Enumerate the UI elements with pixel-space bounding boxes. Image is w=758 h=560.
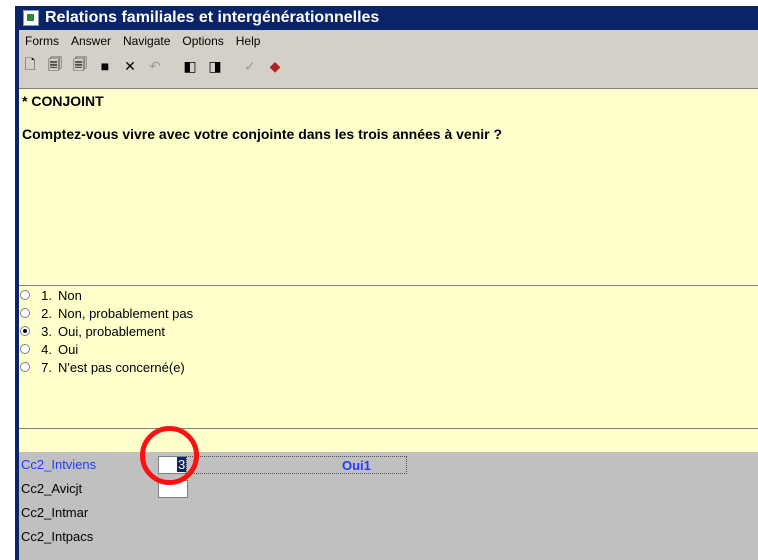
status-bar <box>19 428 758 453</box>
radio-button[interactable] <box>20 362 30 372</box>
field-list: Cc2_Intviens 3 Oui1 Cc2_Avicjt Cc2_Intma… <box>19 452 758 560</box>
menu-options[interactable]: Options <box>182 34 223 48</box>
answer-option-1[interactable]: 1. Non <box>19 286 758 304</box>
question-panel: * CONJOINT Comptez-vous vivre avec votre… <box>19 88 758 285</box>
field-row-intmar[interactable]: Cc2_Intmar <box>19 502 758 524</box>
prev-form-icon[interactable]: ◧ <box>179 55 201 77</box>
field-row-intpacs[interactable]: Cc2_Intpacs <box>19 526 758 548</box>
answer-option-2[interactable]: 2. Non, probablement pas <box>19 304 758 322</box>
app-icon <box>23 10 39 26</box>
save-icon[interactable]: ■ <box>94 55 116 77</box>
field-name: Cc2_Intviens <box>21 457 97 472</box>
answer-panel: 1. Non 2. Non, probablement pas 3. Oui, … <box>19 285 758 428</box>
radio-button[interactable] <box>20 308 30 318</box>
field-name: Cc2_Avicjt <box>21 481 83 496</box>
answer-number: 4. <box>41 341 52 357</box>
answer-label: Non, probablement pas <box>58 305 194 321</box>
field-row-avicjt[interactable]: Cc2_Avicjt <box>19 478 758 500</box>
answer-label: N'est pas concerné(e) <box>58 359 185 375</box>
menu-bar: Forms Answer Navigate Options Help <box>19 30 758 52</box>
delete-icon[interactable]: ✕ <box>119 55 141 77</box>
window-title: Relations familiales et intergénérationn… <box>45 9 380 26</box>
copy-pages-icon[interactable]: 🗐 <box>69 55 91 77</box>
answer-option-4[interactable]: 4. Oui <box>19 340 758 358</box>
menu-help[interactable]: Help <box>236 34 261 48</box>
eraser-icon[interactable]: ◆ <box>264 55 286 77</box>
menu-answer[interactable]: Answer <box>71 34 111 48</box>
answer-option-7[interactable]: 7. N'est pas concerné(e) <box>19 358 758 376</box>
menu-forms[interactable]: Forms <box>25 34 59 48</box>
highlight-circle <box>140 426 199 485</box>
new-doc-icon[interactable]: 🗋 <box>19 55 41 77</box>
radio-button[interactable] <box>20 290 30 300</box>
field-row-intviens[interactable]: Cc2_Intviens 3 Oui1 <box>19 454 758 476</box>
undo-icon[interactable]: ↶ <box>144 55 166 77</box>
app-window: Relations familiales et intergénérationn… <box>15 6 758 560</box>
title-bar: Relations familiales et intergénérationn… <box>19 6 758 30</box>
next-form-icon[interactable]: ◨ <box>204 55 226 77</box>
radio-button-selected[interactable] <box>20 326 30 336</box>
field-name: Cc2_Intpacs <box>21 529 94 544</box>
field-name: Cc2_Intmar <box>21 505 89 520</box>
page-icon[interactable]: 🗐 <box>44 55 66 77</box>
result-label: Oui1 <box>342 458 371 473</box>
answer-number: 3. <box>41 323 52 339</box>
answer-label: Oui <box>58 341 79 357</box>
answer-number: 7. <box>41 359 52 375</box>
answer-label: Oui, probablement <box>58 323 165 339</box>
question-text: Comptez-vous vivre avec votre conjointe … <box>22 126 503 142</box>
answer-label: Non <box>58 287 82 303</box>
answer-number: 2. <box>41 305 52 321</box>
check-icon[interactable]: ✓ <box>239 55 261 77</box>
answer-option-3[interactable]: 3. Oui, probablement <box>19 322 758 340</box>
question-heading: * CONJOINT <box>22 93 104 109</box>
answer-number: 1. <box>41 287 52 303</box>
radio-button[interactable] <box>20 344 30 354</box>
toolbar: 🗋 🗐 🗐 ■ ✕ ↶ ◧ ◨ ✓ ◆ <box>19 52 758 80</box>
menu-navigate[interactable]: Navigate <box>123 34 170 48</box>
answer-result: Oui1 <box>186 456 407 474</box>
